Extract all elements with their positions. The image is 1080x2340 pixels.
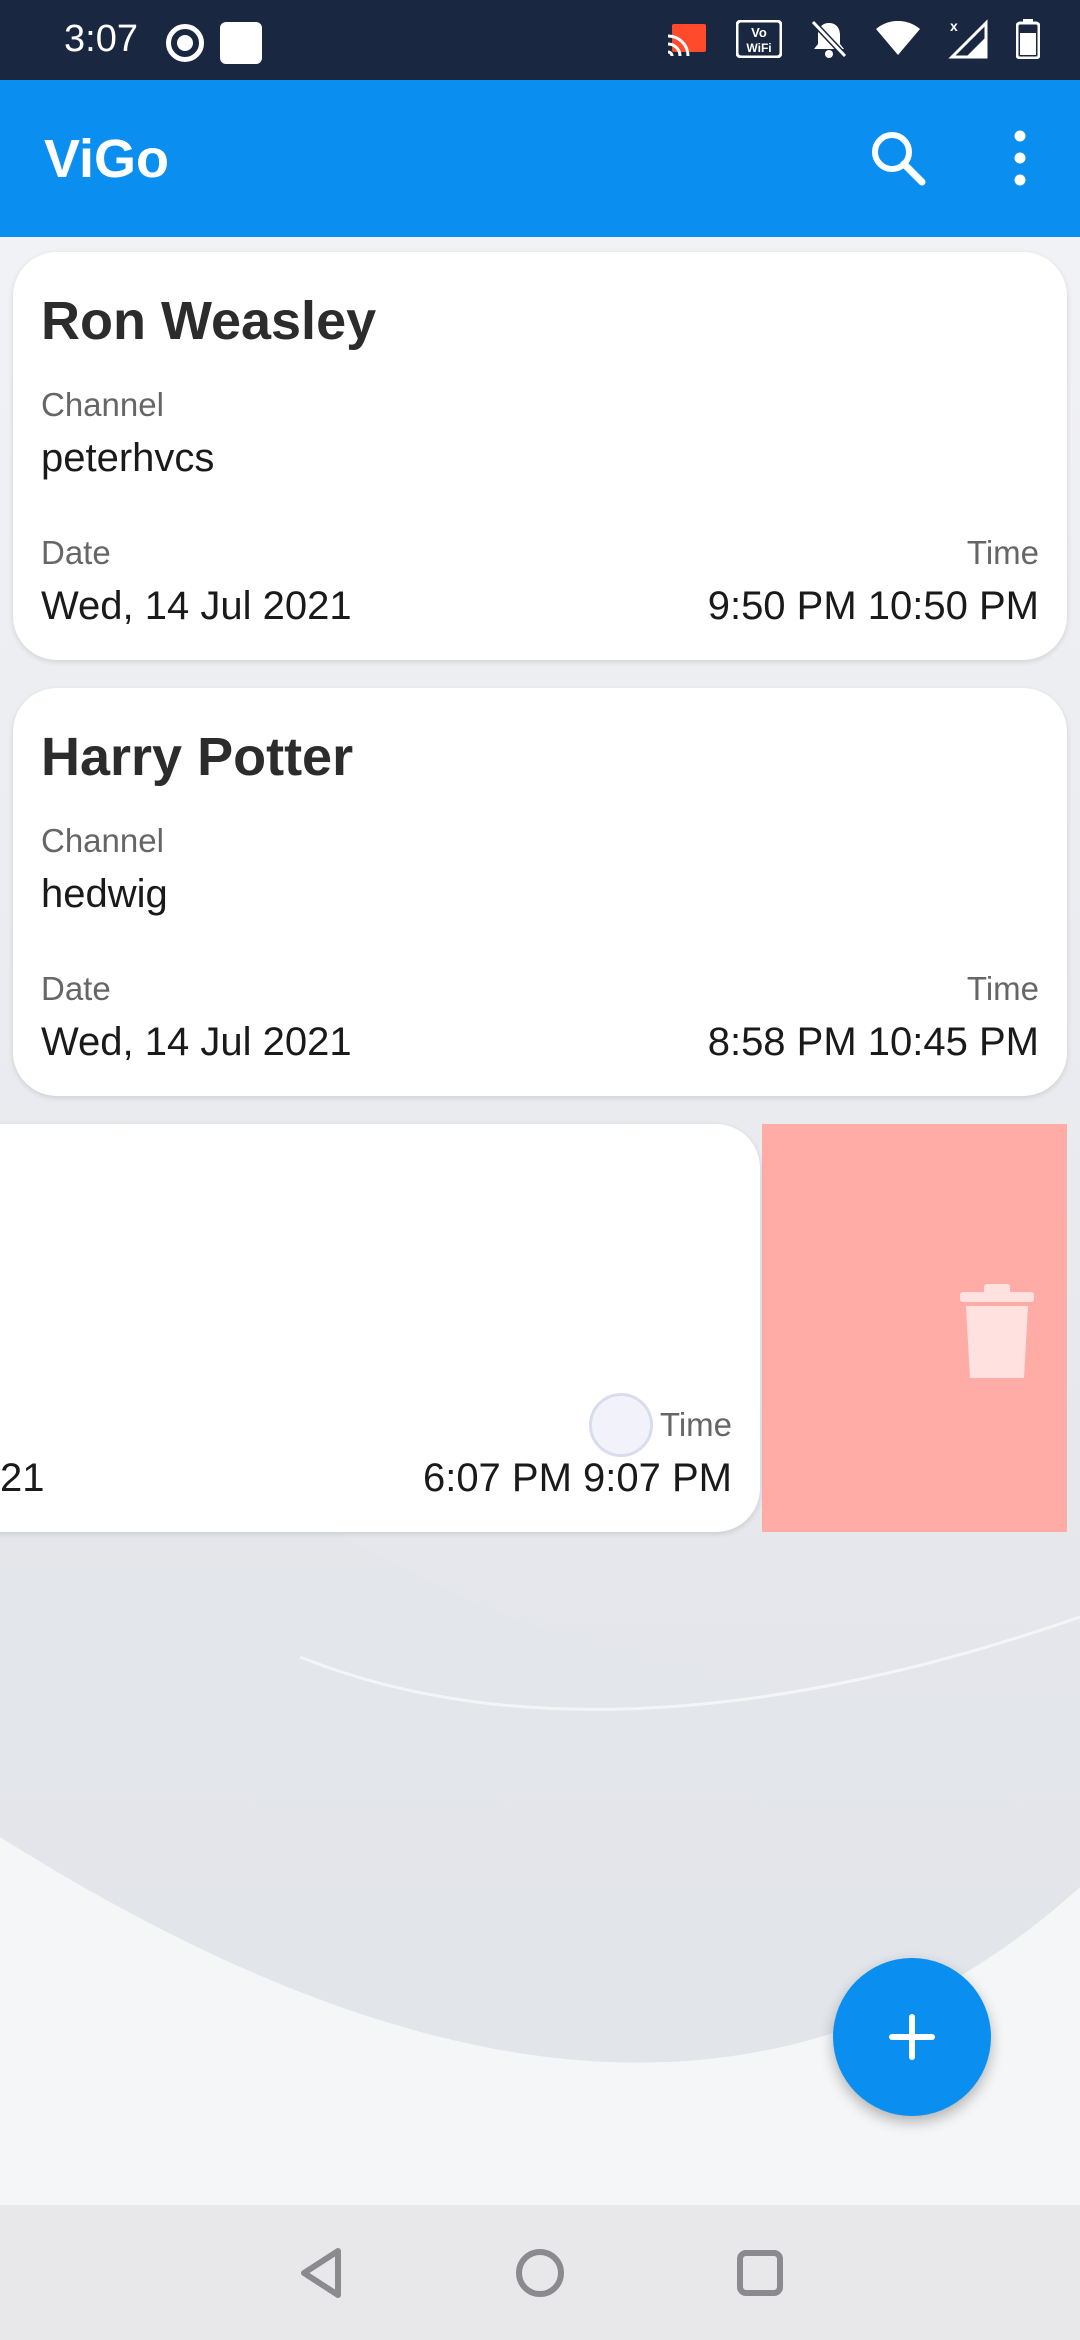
more-options-button[interactable] bbox=[998, 126, 1042, 190]
search-button[interactable] bbox=[866, 126, 930, 190]
channel-value: peterhvcs bbox=[41, 436, 215, 480]
date-value-partial: 21 bbox=[0, 1456, 45, 1500]
card-name: Ron Weasley bbox=[41, 291, 377, 351]
signal-icon: x bbox=[948, 18, 988, 64]
battery-icon bbox=[1015, 18, 1041, 64]
date-label: Date bbox=[41, 970, 111, 1007]
navigation-bar bbox=[0, 2205, 1080, 2340]
time-value: 6:07 PM 9:07 PM bbox=[422, 1456, 732, 1500]
back-button[interactable] bbox=[290, 2241, 354, 2305]
status-icons: Vo WiFi x bbox=[666, 18, 1041, 64]
svg-text:Vo: Vo bbox=[751, 25, 767, 40]
home-button[interactable] bbox=[508, 2241, 572, 2305]
svg-text:x: x bbox=[950, 19, 958, 34]
status-time: 3:07 bbox=[64, 18, 138, 60]
schedule-card[interactable]: Harry Potter Channel hedwig Date Wed, 14… bbox=[13, 688, 1067, 1096]
search-icon bbox=[872, 132, 926, 186]
time-value: 9:50 PM 10:50 PM bbox=[707, 584, 1039, 628]
notification-square-icon bbox=[220, 22, 262, 64]
time-value: 8:58 PM 10:45 PM bbox=[707, 1020, 1039, 1064]
date-value: Wed, 14 Jul 2021 bbox=[41, 1020, 352, 1064]
home-icon bbox=[516, 2249, 564, 2297]
channel-value: hedwig bbox=[41, 872, 168, 916]
bell-off-icon bbox=[810, 19, 848, 64]
channel-label: Channel bbox=[41, 822, 164, 859]
svg-text:WiFi: WiFi bbox=[746, 41, 771, 55]
app-title: ViGo bbox=[44, 129, 170, 189]
date-value: Wed, 14 Jul 2021 bbox=[41, 584, 352, 628]
channel-label: Channel bbox=[41, 386, 164, 423]
time-label: Time bbox=[659, 1406, 732, 1443]
touch-ripple bbox=[589, 1393, 653, 1457]
recents-icon bbox=[737, 2250, 783, 2296]
vowifi-icon: Vo WiFi bbox=[735, 19, 783, 63]
record-icon bbox=[166, 24, 204, 62]
time-label: Time bbox=[966, 970, 1039, 1007]
time-label: Time bbox=[966, 534, 1039, 571]
add-schedule-button[interactable] bbox=[833, 1958, 991, 2116]
recents-button[interactable] bbox=[728, 2241, 792, 2305]
schedule-card-swiped[interactable]: 21 Time 6:07 PM 9:07 PM bbox=[0, 1124, 760, 1532]
more-vert-icon bbox=[1014, 130, 1026, 186]
schedule-card[interactable]: Ron Weasley Channel peterhvcs Date Wed, … bbox=[13, 252, 1067, 660]
wifi-icon bbox=[876, 20, 920, 62]
date-label: Date bbox=[41, 534, 111, 571]
plus-icon-vertical bbox=[909, 2014, 915, 2060]
cast-icon bbox=[666, 22, 708, 61]
card-name: Harry Potter bbox=[41, 727, 354, 787]
trash-icon bbox=[960, 1284, 1034, 1378]
status-bar: 3:07 Vo WiFi x bbox=[0, 0, 1080, 80]
app-bar: ViGo bbox=[0, 80, 1080, 237]
swipe-delete-background[interactable] bbox=[762, 1124, 1067, 1532]
schedule-list[interactable]: Ron Weasley Channel peterhvcs Date Wed, … bbox=[0, 237, 1080, 2205]
back-icon bbox=[301, 2248, 341, 2298]
